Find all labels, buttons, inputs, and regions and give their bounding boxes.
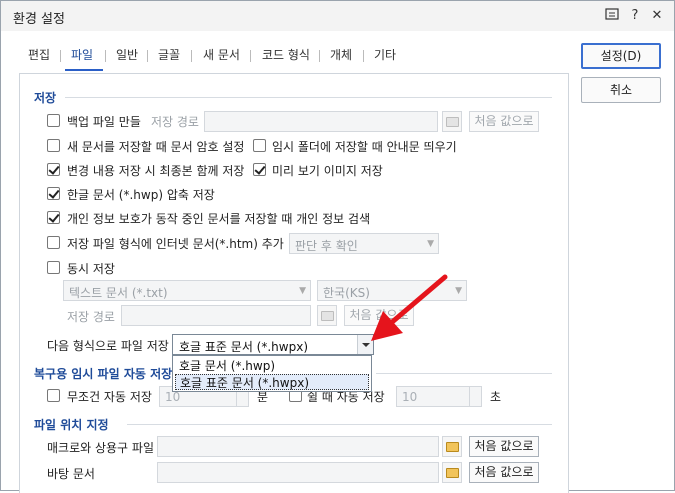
folder-icon	[321, 311, 334, 321]
backup-folder-button	[442, 111, 462, 132]
backup-path-field	[204, 111, 438, 132]
macro-reset-button[interactable]: 처음 값으로	[469, 436, 539, 457]
simultaneous-path-field	[121, 305, 311, 326]
privacy-search-checkbox[interactable]	[47, 211, 60, 224]
cancel-button[interactable]: 취소	[581, 77, 661, 103]
unconditional-autosave-label: 무조건 자동 저장	[67, 390, 152, 404]
tab-code-format[interactable]: 코드 형식	[262, 46, 310, 63]
settings-dialog: 환경 설정 ? ✕ 편집 파일 일반 글꼴 새 문서 코드 형식 개체 기타 설…	[0, 0, 675, 493]
close-icon[interactable]: ✕	[648, 7, 666, 25]
dropdown-option-hwp[interactable]: 호글 문서 (*.hwp)	[175, 358, 369, 374]
simultaneous-path-label: 저장 경로	[67, 310, 115, 324]
tab-general[interactable]: 일반	[116, 46, 138, 63]
add-htm-label: 저장 파일 형식에 인터넷 문서(*.htm) 추가	[67, 237, 284, 251]
tab-file[interactable]: 파일	[71, 46, 93, 63]
save-final-label: 변경 내용 저장 시 최종본 함께 저장	[67, 164, 245, 178]
background-reset-button[interactable]: 처음 값으로	[469, 462, 539, 483]
simultaneous-folder-button	[317, 305, 337, 326]
tab-new-doc[interactable]: 새 문서	[203, 46, 240, 63]
tab-font[interactable]: 글꼴	[158, 46, 180, 63]
backup-reset-button: 처음 값으로	[469, 111, 539, 132]
tab-etc[interactable]: 기타	[374, 46, 396, 63]
folder-icon	[446, 117, 459, 127]
new-doc-password-label: 새 문서를 저장할 때 문서 암호 설정	[67, 140, 245, 154]
preview-image-checkbox[interactable]	[253, 163, 266, 176]
save-final-checkbox[interactable]	[47, 163, 60, 176]
tab-object[interactable]: 개체	[330, 46, 352, 63]
chevron-down-icon: ▼	[299, 286, 306, 296]
privacy-search-label: 개인 정보 보호가 동작 중인 문서를 저장할 때 개인 정보 검색	[67, 212, 371, 226]
preview-image-label: 미리 보기 이미지 저장	[272, 164, 383, 178]
window-title: 환경 설정	[13, 12, 65, 27]
active-tab-indicator	[65, 69, 103, 71]
title-bar: 환경 설정 ? ✕	[1, 1, 674, 31]
simultaneous-format-select: 텍스트 문서 (*.txt) ▼	[63, 280, 311, 301]
folder-icon	[446, 468, 459, 478]
simultaneous-save-checkbox[interactable]	[47, 261, 60, 274]
tab-edit[interactable]: 편집	[28, 46, 50, 63]
save-section-title: 저장	[34, 91, 57, 105]
save-as-format-select[interactable]: 호글 표준 문서 (*.hwpx)	[172, 334, 374, 355]
unconditional-autosave-checkbox[interactable]	[47, 389, 60, 402]
macro-file-path	[157, 436, 439, 457]
save-as-format-dropdown: 호글 문서 (*.hwp) 호글 표준 문서 (*.hwpx)	[172, 355, 372, 392]
temp-folder-notice-checkbox[interactable]	[253, 139, 266, 152]
customize-icon[interactable]	[603, 7, 621, 25]
idle-autosave-seconds: 10	[396, 386, 482, 407]
dropdown-option-hwpx[interactable]: 호글 표준 문서 (*.hwpx)	[175, 374, 369, 390]
folder-icon	[446, 442, 459, 452]
backup-path-label: 저장 경로	[151, 115, 199, 129]
seconds-unit: 초	[490, 390, 502, 404]
add-htm-checkbox[interactable]	[47, 236, 60, 249]
location-section-title: 파일 위치 지정	[34, 418, 109, 432]
new-doc-password-checkbox[interactable]	[47, 139, 60, 152]
red-arrow-annotation	[371, 274, 448, 341]
macro-folder-button[interactable]	[442, 436, 462, 457]
simultaneous-save-label: 동시 저장	[67, 262, 115, 276]
help-icon[interactable]: ?	[626, 7, 644, 25]
save-as-format-label: 다음 형식으로 파일 저장	[47, 339, 169, 353]
macro-file-label: 매크로와 상용구 파일	[47, 441, 154, 455]
chevron-down-icon: ▼	[427, 239, 434, 249]
autosave-section-title: 복구용 임시 파일 자동 저장	[34, 367, 173, 381]
background-folder-button[interactable]	[442, 462, 462, 483]
ok-button[interactable]: 설정(D)	[581, 43, 661, 69]
backup-label: 백업 파일 만들	[67, 115, 141, 129]
compress-hwp-checkbox[interactable]	[47, 187, 60, 200]
add-htm-option-select: 판단 후 확인 ▼	[289, 233, 439, 254]
chevron-down-icon: ▼	[455, 286, 462, 296]
background-doc-label: 바탕 문서	[47, 467, 95, 481]
backup-checkbox[interactable]	[47, 114, 60, 127]
temp-folder-notice-label: 임시 폴더에 저장할 때 안내문 띄우기	[272, 140, 457, 154]
background-doc-path	[157, 462, 439, 483]
compress-hwp-label: 한글 문서 (*.hwp) 압축 저장	[67, 188, 215, 202]
